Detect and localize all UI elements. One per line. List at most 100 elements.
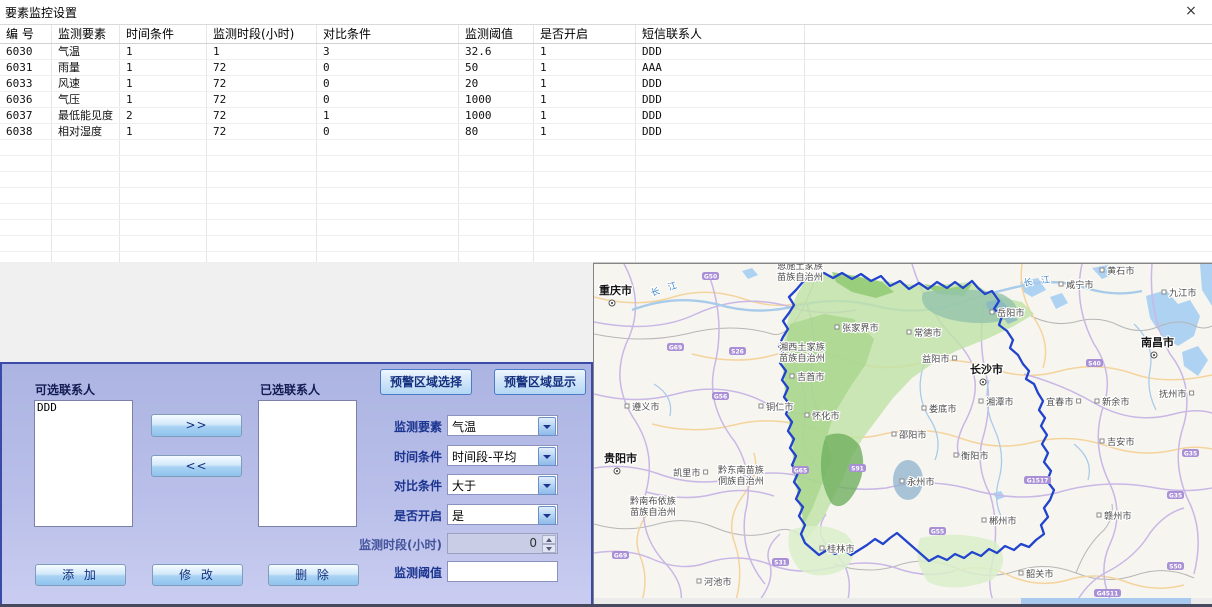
threshold-input[interactable]: [447, 561, 558, 582]
table-cell: [52, 156, 120, 171]
table-cell: 最低能见度: [52, 108, 120, 123]
city-label: 咸宁市: [1066, 279, 1094, 291]
table-cell: [120, 236, 207, 251]
road-badge-label: S50: [1169, 563, 1182, 570]
spinner-down-icon[interactable]: [542, 544, 556, 553]
city-marker: [953, 356, 957, 360]
table-cell: [636, 172, 805, 187]
table-cell: 72: [207, 76, 317, 91]
close-icon[interactable]: ×: [1182, 3, 1200, 19]
table-cell: 6033: [0, 76, 52, 91]
table-cell: [207, 156, 317, 171]
table-cell: [207, 236, 317, 251]
city-label: 永州市: [907, 476, 935, 488]
table-cell: [120, 156, 207, 171]
table-cell: [534, 188, 636, 203]
city-marker: [892, 432, 896, 436]
delete-button[interactable]: 删 除: [268, 564, 359, 586]
table-cell: DDD: [636, 108, 805, 123]
table-row[interactable]: 6033风速1720201DDD: [0, 76, 1212, 92]
table-row[interactable]: [0, 188, 1212, 204]
chevron-down-icon[interactable]: [538, 506, 556, 525]
city-label: 邵阳市: [899, 429, 927, 441]
warning-area-display-button[interactable]: 预警区域显示: [494, 369, 586, 395]
city-marker: [1190, 391, 1194, 395]
city-label: 湘潭市: [986, 396, 1014, 408]
table-cell: 雨量: [52, 60, 120, 75]
table-cell: [52, 220, 120, 235]
table-cell: [459, 156, 534, 171]
table-cell: [534, 172, 636, 187]
warning-area-select-button[interactable]: 预警区域选择: [380, 369, 472, 395]
available-contacts-list[interactable]: DDD: [34, 400, 133, 527]
city-marker: [907, 330, 911, 334]
table-row[interactable]: [0, 236, 1212, 252]
table-cell: [636, 236, 805, 251]
table-cell: [317, 172, 459, 187]
table-cell: [317, 156, 459, 171]
table-row[interactable]: [0, 220, 1212, 236]
selected-contacts-list[interactable]: [258, 400, 357, 527]
element-select[interactable]: 气温: [447, 415, 558, 436]
compare-select[interactable]: 大于: [447, 474, 558, 495]
table-cell: 1: [534, 124, 636, 139]
map-canvas[interactable]: G50G69S26G56G65S91G55G1517S40G35G35S50G4…: [593, 263, 1212, 607]
table-cell: [52, 204, 120, 219]
contact-item[interactable]: DDD: [35, 401, 132, 414]
road-badge-label: S40: [1088, 360, 1101, 367]
table-row[interactable]: 6038相对湿度1720801DDD: [0, 124, 1212, 140]
table-cell: [120, 220, 207, 235]
table-row[interactable]: [0, 204, 1212, 220]
table-cell: 80: [459, 124, 534, 139]
city-marker: [835, 325, 839, 329]
city-label: 宜春市: [1046, 396, 1074, 408]
table-cell: [459, 140, 534, 155]
move-right-button[interactable]: >>: [151, 414, 242, 437]
city-label: 常德市: [914, 327, 942, 339]
chevron-down-icon[interactable]: [538, 447, 556, 466]
column-header: 监测要素: [52, 25, 120, 43]
time-cond-select[interactable]: 时间段-平均: [447, 445, 558, 466]
table-cell: 72: [207, 124, 317, 139]
table-cell: 1: [120, 44, 207, 59]
modify-button[interactable]: 修 改: [152, 564, 243, 586]
add-button[interactable]: 添 加: [35, 564, 126, 586]
table-row[interactable]: 6031雨量1720501AAA: [0, 60, 1212, 76]
time-cond-label: 时间条件: [372, 448, 442, 465]
table-cell: [207, 172, 317, 187]
table-row[interactable]: 6030气温11332.61DDD: [0, 44, 1212, 60]
city-marker: [922, 406, 926, 410]
table-row[interactable]: [0, 140, 1212, 156]
spinner-up-icon[interactable]: [542, 535, 556, 544]
table-cell: 1: [317, 108, 459, 123]
city-label: 吉首市: [797, 371, 825, 383]
monitor-table[interactable]: 编 号监测要素时间条件监测时段(小时)对比条件监测阈值是否开启短信联系人6030…: [0, 25, 1212, 263]
table-cell: 6036: [0, 92, 52, 107]
table-cell-filler: [805, 44, 1212, 59]
table-cell: 72: [207, 92, 317, 107]
available-contacts-label: 可选联系人: [35, 381, 95, 398]
enabled-select[interactable]: 是: [447, 504, 558, 525]
table-cell: 6031: [0, 60, 52, 75]
area-label: 苗族自治州: [779, 352, 825, 364]
table-row[interactable]: 6036气压172010001DDD: [0, 92, 1212, 108]
table-row[interactable]: [0, 156, 1212, 172]
move-left-button[interactable]: <<: [151, 455, 242, 477]
table-row[interactable]: 6037最低能见度272110001DDD: [0, 108, 1212, 124]
compare-value: 大于: [452, 477, 476, 494]
chevron-down-icon[interactable]: [538, 417, 556, 436]
table-cell: [636, 252, 805, 263]
table-cell: [636, 140, 805, 155]
enabled-value: 是: [452, 507, 464, 524]
table-header-row: 编 号监测要素时间条件监测时段(小时)对比条件监测阈值是否开启短信联系人: [0, 25, 1212, 44]
city-marker: [759, 404, 763, 408]
city-marker: [1019, 571, 1023, 575]
road-badge-label: G35: [1169, 492, 1182, 499]
period-label: 监测时段(小时): [346, 536, 442, 553]
element-label: 监测要素: [372, 418, 442, 435]
chevron-down-icon[interactable]: [538, 476, 556, 495]
table-row[interactable]: [0, 172, 1212, 188]
table-cell: [0, 236, 52, 251]
table-cell: 1: [534, 60, 636, 75]
table-cell: 6030: [0, 44, 52, 59]
